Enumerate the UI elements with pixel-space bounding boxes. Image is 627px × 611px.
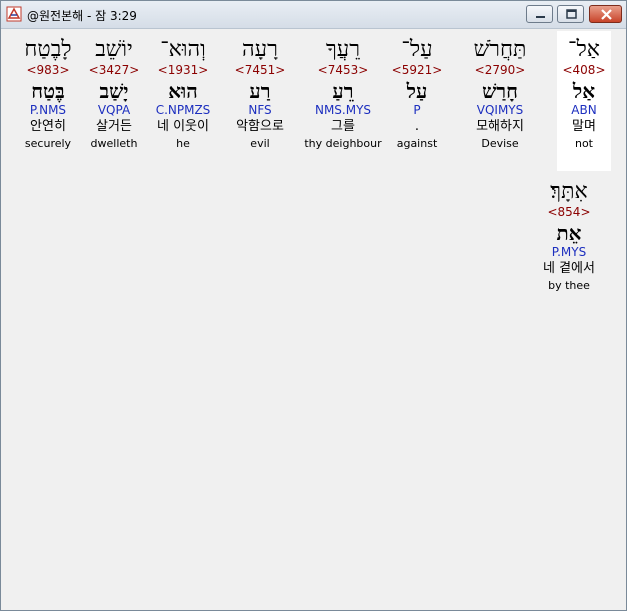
korean-gloss: 네 곁에서 <box>543 261 595 276</box>
parsing-code: VQIMYS <box>476 103 524 117</box>
word-block[interactable]: תַּחֲרֹשׁ <2790> חָרַשׁ VQIMYS 모해하지 Devi… <box>460 31 540 171</box>
hebrew-root: רַע <box>249 79 271 103</box>
english-gloss: securely <box>24 137 72 150</box>
title-bar[interactable]: @원전본해 - 잠 3:29 <box>1 1 626 29</box>
korean-gloss: 말며 <box>572 119 596 134</box>
strong-number[interactable]: <408> <box>557 63 611 78</box>
hebrew-word: יוֹשֵׁב <box>95 37 133 62</box>
parsing-code: C.NPMZS <box>155 103 211 117</box>
strong-number[interactable]: <983> <box>16 63 80 78</box>
korean-gloss: . <box>414 119 420 134</box>
hebrew-root: אַל <box>572 79 596 103</box>
parsing-code: ABN <box>571 103 597 117</box>
strong-number[interactable]: <7451> <box>224 63 296 78</box>
hebrew-word: וְהוּא־ <box>160 37 206 62</box>
hebrew-root: רֵעַ <box>332 79 354 103</box>
hebrew-root: חָרַשׁ <box>482 79 518 103</box>
close-icon <box>601 9 612 20</box>
hebrew-root: עַל <box>406 79 428 103</box>
hebrew-word: אַל־ <box>568 37 600 62</box>
parsing-code: P.NMS <box>29 103 67 117</box>
word-block[interactable]: וְהוּא־ <1931> הוּא C.NPMZS 네 이웃이 he <box>148 31 218 171</box>
strong-number[interactable]: <3427> <box>82 63 146 78</box>
english-gloss: he <box>176 137 190 150</box>
hebrew-word: אִתָּךְ׃ <box>550 179 588 204</box>
korean-gloss: 살거든 <box>96 119 132 134</box>
hebrew-word: תַּחֲרֹשׁ <box>473 37 527 62</box>
word-block[interactable]: אַל־ <408> אַל ABN 말며 not <box>557 31 611 171</box>
word-block[interactable]: אִתָּךְ׃ <854> אֵת P.MYS 네 곁에서 by thee <box>529 173 609 313</box>
hebrew-word: רָעָה <box>242 37 278 62</box>
hebrew-word: עַל־ <box>401 37 433 62</box>
english-gloss: dwelleth <box>90 137 138 150</box>
maximize-button[interactable] <box>557 5 584 23</box>
korean-gloss: 그를 <box>331 119 355 134</box>
hebrew-word: לָבֶטַח <box>24 37 72 62</box>
hebrew-root: יָשַׁב <box>99 79 129 103</box>
word-block[interactable]: רָעָה <7451> רַע NFS 악함으로 evil <box>224 31 296 171</box>
strong-number[interactable]: <854> <box>529 205 609 220</box>
hebrew-root: הוּא <box>168 79 198 103</box>
strong-number[interactable]: <7453> <box>298 63 388 78</box>
hebrew-root: אֵת <box>556 221 582 245</box>
parsing-code: NFS <box>248 103 272 117</box>
word-block[interactable]: יוֹשֵׁב <3427> יָשַׁב VQPA 살거든 dwelleth <box>82 31 146 171</box>
parsing-code: P.MYS <box>551 245 587 259</box>
close-button[interactable] <box>589 5 622 23</box>
english-gloss: evil <box>250 137 270 150</box>
minimize-icon <box>536 16 545 18</box>
maximize-icon <box>566 9 577 19</box>
parsing-code: P <box>413 103 421 117</box>
strong-number[interactable]: <1931> <box>148 63 218 78</box>
app-window: @원전본해 - 잠 3:29 אַל־ <408> אַל ABN 말며 not <box>0 0 627 611</box>
korean-gloss: 안연히 <box>30 119 66 134</box>
korean-gloss: 모해하지 <box>476 119 524 134</box>
english-gloss: Devise <box>481 137 519 150</box>
window-title: @원전본해 - 잠 3:29 <box>27 9 137 23</box>
english-gloss: not <box>574 137 593 150</box>
english-gloss: against <box>396 137 438 150</box>
strong-number[interactable]: <2790> <box>460 63 540 78</box>
word-block[interactable]: עַל־ <5921> עַל P . against <box>384 31 450 171</box>
strong-number[interactable]: <5921> <box>384 63 450 78</box>
parsing-code: NMS.MYS <box>314 103 372 117</box>
hebrew-word: רֵעֲךָ <box>325 37 361 62</box>
korean-gloss: 악함으로 <box>236 119 284 134</box>
minimize-button[interactable] <box>526 5 553 23</box>
parsing-code: VQPA <box>97 103 131 117</box>
app-logo-icon <box>6 6 22 22</box>
word-block[interactable]: רֵעֲךָ <7453> רֵעַ NMS.MYS 그를 thy deighb… <box>298 31 388 171</box>
english-gloss: by thee <box>548 279 590 292</box>
english-gloss: thy deighbour <box>304 137 382 150</box>
interlinear-panel: אַל־ <408> אַל ABN 말며 not תַּחֲרֹשׁ <279… <box>2 29 625 607</box>
hebrew-root: בֶּטַח <box>31 79 65 103</box>
word-block[interactable]: לָבֶטַח <983> בֶּטַח P.NMS 안연히 securely <box>16 31 80 171</box>
korean-gloss: 네 이웃이 <box>157 119 209 134</box>
